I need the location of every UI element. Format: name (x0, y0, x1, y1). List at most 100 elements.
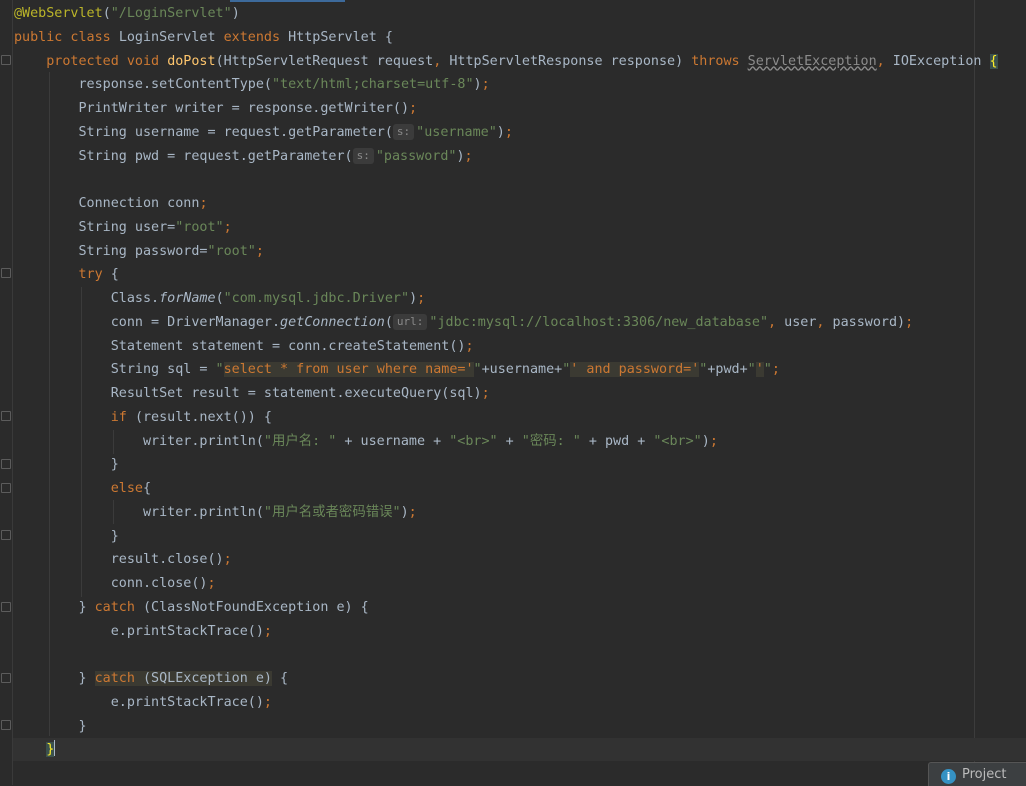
code-line[interactable]: e.printStackTrace(); (14, 621, 272, 643)
code-editor[interactable]: @WebServlet("/LoginServlet") public class… (0, 0, 1026, 785)
code-token: ; (263, 623, 272, 639)
fold-marker-icon[interactable] (1, 55, 11, 65)
code-token: (HttpServletRequest request (215, 53, 434, 69)
parameter-hint: s: (352, 147, 374, 164)
code-token: ) (456, 148, 465, 164)
code-token: String username = request.getParameter( (14, 124, 393, 140)
text-caret (54, 740, 56, 757)
code-line[interactable]: Class.forName("com.mysql.jdbc.Driver"); (14, 288, 425, 310)
code-token: ; (207, 576, 216, 591)
code-token: String user= (14, 219, 176, 235)
project-tab-label: Project (962, 767, 1007, 782)
fold-marker-icon[interactable] (1, 459, 11, 469)
code-line[interactable]: writer.println("用户名或者密码错误"); (14, 502, 417, 524)
code-token: ) (231, 6, 240, 21)
code-token: { (272, 671, 289, 686)
code-line[interactable]: String password="root"; (14, 241, 263, 263)
code-token: " (473, 362, 482, 378)
code-token: +pwd+ (707, 362, 748, 378)
code-token: catch (94, 599, 143, 615)
code-line[interactable]: conn.close(); (14, 573, 216, 595)
code-token: (result.next()) { (134, 409, 272, 425)
code-token: response.setContentType( (14, 77, 272, 93)
code-token: getConnection (280, 314, 385, 330)
code-token: password) (832, 314, 906, 330)
current-line-highlight (13, 738, 1026, 761)
code-token: e.printStackTrace() (14, 694, 264, 710)
code-line[interactable]: writer.println("用户名: " + username + "<br… (14, 431, 718, 453)
code-token: ServletException (747, 53, 877, 69)
code-token: ; (481, 77, 490, 93)
code-token: (SQLException e) (143, 671, 272, 686)
code-token: ; (481, 386, 490, 401)
code-token: ; (409, 101, 418, 116)
fold-marker-icon[interactable] (1, 268, 11, 278)
parameter-hint: url: (392, 313, 428, 330)
code-token: HttpServlet { (288, 29, 393, 45)
code-line[interactable]: } (14, 526, 119, 548)
code-line[interactable]: } (14, 739, 56, 761)
code-token: result.close() (14, 552, 224, 568)
code-line[interactable]: } catch (ClassNotFoundException e) { (14, 597, 368, 619)
code-token: ; (223, 219, 232, 235)
code-token: "root" (175, 219, 224, 235)
code-token: ; (263, 694, 272, 710)
code-line[interactable]: PrintWriter writer = response.getWriter(… (14, 98, 417, 120)
code-line[interactable]: if (result.next()) { (14, 407, 272, 429)
code-token: + pwd + (580, 433, 654, 449)
code-line[interactable]: result.close(); (14, 549, 232, 571)
code-line[interactable]: } (14, 454, 119, 476)
code-line[interactable]: ResultSet result = statement.executeQuer… (14, 383, 490, 405)
code-token: doPost (167, 53, 216, 69)
info-icon: i (941, 769, 956, 784)
fold-marker-icon[interactable] (1, 673, 11, 683)
fold-marker-icon[interactable] (1, 530, 11, 540)
code-token: } (14, 599, 95, 615)
code-token: "密码: " (521, 433, 581, 449)
code-line[interactable]: String user="root"; (14, 217, 232, 239)
fold-marker-icon[interactable] (1, 720, 11, 730)
code-line[interactable]: String sql = "select * from user where n… (14, 359, 780, 381)
code-line[interactable]: e.printStackTrace(); (14, 692, 272, 714)
code-line[interactable]: try { (14, 264, 119, 286)
code-token: " (747, 362, 756, 378)
code-token: user (784, 314, 817, 330)
code-token: "<br>" (449, 433, 498, 449)
code-line[interactable]: Statement statement = conn.createStateme… (14, 336, 474, 358)
code-token: PrintWriter writer = response.getWriter(… (14, 101, 410, 116)
code-line[interactable]: conn = DriverManager.getConnection(url: "… (14, 312, 913, 334)
code-line[interactable]: Connection conn; (14, 193, 207, 215)
code-line[interactable]: String pwd = request.getParameter(s: "pas… (14, 146, 473, 168)
editor-gutter[interactable] (0, 0, 13, 785)
code-token: LoginServlet (118, 29, 224, 45)
code-line[interactable]: String username = request.getParameter(s… (14, 122, 513, 144)
code-token: ' and password=' (570, 362, 700, 378)
code-token: Class. (14, 291, 160, 306)
fold-marker-icon[interactable] (1, 483, 11, 493)
code-token: } (14, 671, 95, 686)
code-line[interactable]: } (14, 716, 87, 738)
code-token: "root" (207, 243, 256, 259)
project-tool-window-tab[interactable]: i Project (928, 762, 1026, 786)
code-token: ( (215, 291, 224, 306)
scroll-highlight-marker (230, 0, 345, 2)
code-token: ; (771, 362, 780, 378)
code-token: , (433, 53, 450, 69)
code-line[interactable]: response.setContentType("text/html;chars… (14, 74, 490, 96)
code-line[interactable]: @WebServlet("/LoginServlet") (14, 3, 240, 25)
code-token: ; (709, 433, 718, 449)
code-token: HttpServletResponse response) (449, 53, 692, 69)
code-line[interactable]: public class LoginServlet extends HttpSe… (14, 27, 393, 49)
code-token: public class (14, 29, 119, 45)
code-token: select * from user where name=' (223, 362, 474, 378)
code-token: Statement statement = conn.createStateme… (14, 338, 466, 354)
code-line[interactable]: } catch (SQLException e) { (14, 668, 288, 690)
code-token: "password" (375, 148, 457, 164)
code-line[interactable]: else{ (14, 478, 151, 500)
code-line[interactable]: protected void doPost(HttpServletRequest… (14, 51, 998, 73)
fold-marker-icon[interactable] (1, 602, 11, 612)
code-token: conn.close() (14, 576, 208, 591)
code-token: } (14, 718, 87, 734)
fold-marker-icon[interactable] (1, 411, 11, 421)
